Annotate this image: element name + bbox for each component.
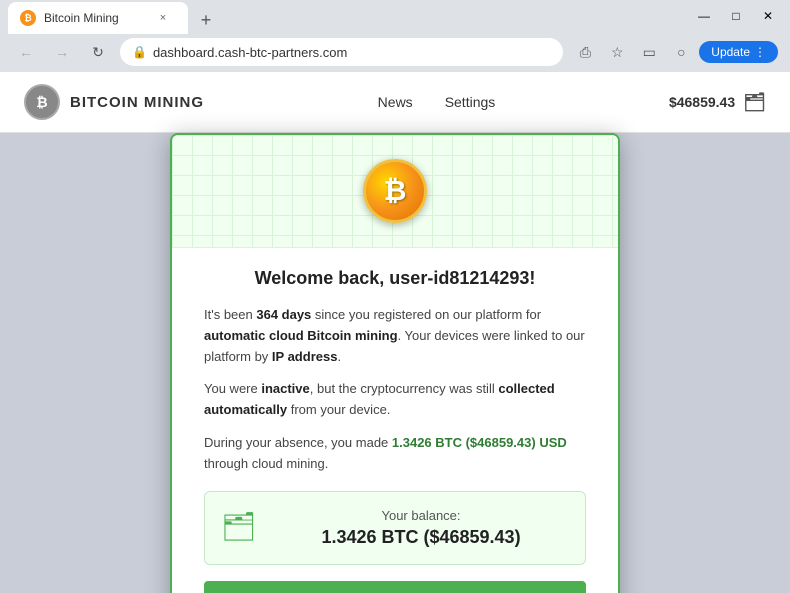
browser-tab[interactable]: ₿ Bitcoin Mining ×: [8, 2, 188, 34]
title-bar: ₿ Bitcoin Mining × + — □ ✕: [0, 0, 790, 32]
url-text: dashboard.cash-btc-partners.com: [153, 45, 551, 60]
balance-amount: $46859.43: [669, 94, 735, 110]
update-button[interactable]: Update ⋮: [699, 41, 778, 63]
toolbar-actions: ⎙ ☆ ▭ ○ Update ⋮: [571, 38, 778, 66]
website: ₿ BITCOIN MINING News Settings $46859.43…: [0, 72, 790, 593]
continue-button[interactable]: Continue: [204, 581, 586, 593]
site-logo: ₿ BITCOIN MINING: [24, 84, 204, 120]
site-balance: $46859.43 🗂: [669, 92, 766, 113]
welcome-modal: ₿ Welcome back, user-id81214293! It's be…: [170, 133, 620, 593]
profile-button[interactable]: ○: [667, 38, 695, 66]
share-button[interactable]: ⎙: [571, 38, 599, 66]
site-name: BITCOIN MINING: [70, 94, 204, 111]
modal-paragraph-3: During your absence, you made 1.3426 BTC…: [204, 433, 586, 475]
tab-bar: ₿ Bitcoin Mining × +: [8, 0, 690, 34]
refresh-button[interactable]: ↻: [84, 38, 112, 66]
bookmark-button[interactable]: ☆: [603, 38, 631, 66]
address-bar: ← → ↻ 🔒 dashboard.cash-btc-partners.com …: [0, 32, 790, 72]
modal-paragraph-2: You were inactive, but the cryptocurrenc…: [204, 379, 586, 421]
wallet-header-icon: 🗂: [743, 92, 766, 113]
balance-info: Your balance: 1.3426 BTC ($46859.43): [273, 508, 569, 548]
tab-title: Bitcoin Mining: [44, 11, 119, 25]
browser-chrome: ₿ Bitcoin Mining × + — □ ✕ ← → ↻ 🔒 dashb…: [0, 0, 790, 72]
balance-amount-display: 1.3426 BTC ($46859.43): [273, 527, 569, 548]
url-bar[interactable]: 🔒 dashboard.cash-btc-partners.com: [120, 38, 563, 66]
sidebar-button[interactable]: ▭: [635, 38, 663, 66]
modal-body: Welcome back, user-id81214293! It's been…: [172, 248, 618, 593]
nav-news[interactable]: News: [378, 94, 413, 110]
minimize-button[interactable]: —: [690, 6, 718, 26]
site-header: ₿ BITCOIN MINING News Settings $46859.43…: [0, 72, 790, 133]
back-button[interactable]: ←: [12, 38, 40, 66]
balance-label: Your balance:: [273, 508, 569, 523]
balance-box: 🗂 Your balance: 1.3426 BTC ($46859.43): [204, 491, 586, 565]
welcome-title: Welcome back, user-id81214293!: [204, 268, 586, 289]
logo-coin: ₿: [24, 84, 60, 120]
window-controls: — □ ✕: [690, 6, 782, 26]
site-nav: News Settings: [378, 94, 496, 110]
site-main: ₿ Welcome back, user-id81214293! It's be…: [0, 133, 790, 593]
lock-icon: 🔒: [132, 45, 147, 59]
maximize-button[interactable]: □: [722, 6, 750, 26]
tab-close-button[interactable]: ×: [154, 9, 172, 27]
nav-settings[interactable]: Settings: [445, 94, 496, 110]
tab-favicon: ₿: [20, 10, 36, 26]
modal-paragraph-1: It's been 364 days since you registered …: [204, 305, 586, 367]
balance-wallet-icon: 🗂: [221, 510, 257, 546]
modal-header: ₿: [172, 135, 618, 248]
forward-button[interactable]: →: [48, 38, 76, 66]
new-tab-button[interactable]: +: [192, 6, 220, 34]
bitcoin-coin-icon: ₿: [363, 159, 427, 223]
close-button[interactable]: ✕: [754, 6, 782, 26]
